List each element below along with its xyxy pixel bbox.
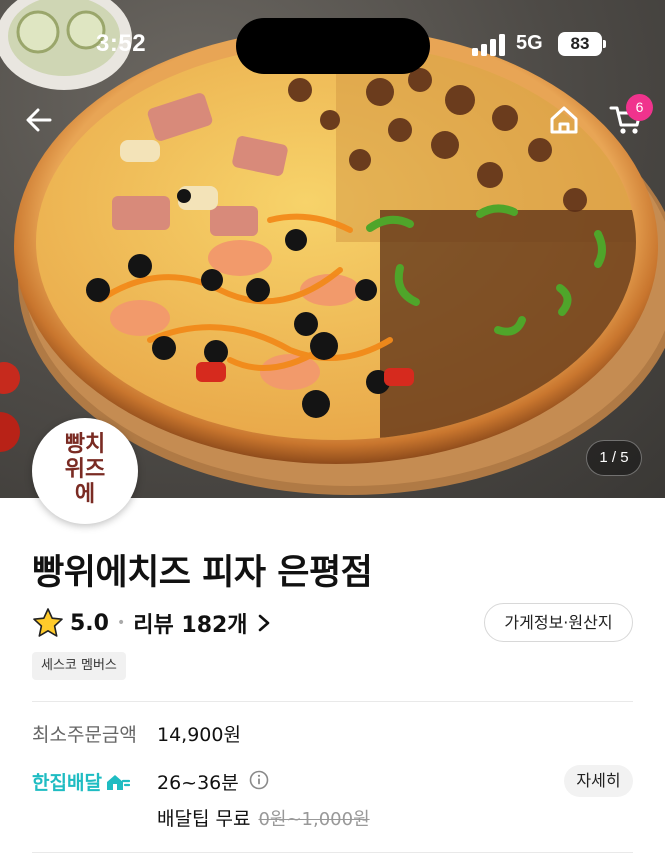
- delivery-type-label: 한집배달: [32, 772, 102, 794]
- review-count: 리뷰 182개: [133, 613, 248, 638]
- delivery-type: 한집배달: [32, 768, 130, 795]
- membership-badge: 세스코 멤버스: [32, 652, 126, 680]
- store-logo: 빵치 위즈 에: [32, 418, 138, 524]
- delivery-time: 26~36분: [157, 772, 239, 794]
- cart-count-badge: 6: [626, 94, 653, 121]
- min-order-value: 14,900원: [157, 724, 241, 746]
- delivery-icon: [106, 774, 130, 790]
- delivery-tip-row: 배달팁 무료 0원~1,000원: [157, 804, 370, 831]
- battery-tip: [603, 40, 606, 48]
- camera-notch: [236, 18, 430, 74]
- review-link[interactable]: 리뷰 182개: [133, 607, 269, 639]
- info-icon[interactable]: [249, 770, 269, 790]
- image-page-indicator: 1 / 5: [586, 440, 642, 476]
- chevron-right-icon: [258, 614, 269, 632]
- section-divider-bottom: [32, 852, 633, 853]
- section-divider: [32, 701, 633, 702]
- back-button[interactable]: [17, 98, 61, 142]
- network-type: 5G: [516, 32, 543, 54]
- rating-value: 5.0: [70, 610, 109, 636]
- delivery-tip-label: 배달팁 무료: [157, 808, 251, 830]
- store-name: 빵위에치즈 피자 은평점: [32, 553, 373, 593]
- signal-strength-icon: [472, 34, 505, 56]
- delivery-detail-button[interactable]: 자세히: [564, 765, 633, 797]
- status-time: 3:52: [96, 30, 147, 57]
- back-arrow-icon: [26, 108, 52, 132]
- home-button[interactable]: [542, 98, 586, 142]
- store-info-button[interactable]: 가게정보·원산지: [484, 603, 633, 642]
- star-icon: [33, 608, 63, 637]
- store-logo-text: 빵치 위즈 에: [64, 432, 106, 507]
- battery-indicator: 83: [558, 32, 602, 56]
- delivery-tip-original: 0원~1,000원: [258, 809, 370, 830]
- rating-separator: •: [116, 615, 126, 631]
- min-order-label: 최소주문금액: [32, 724, 137, 746]
- rating-row: 5.0 • 리뷰 182개: [32, 607, 270, 639]
- home-icon: [550, 106, 578, 134]
